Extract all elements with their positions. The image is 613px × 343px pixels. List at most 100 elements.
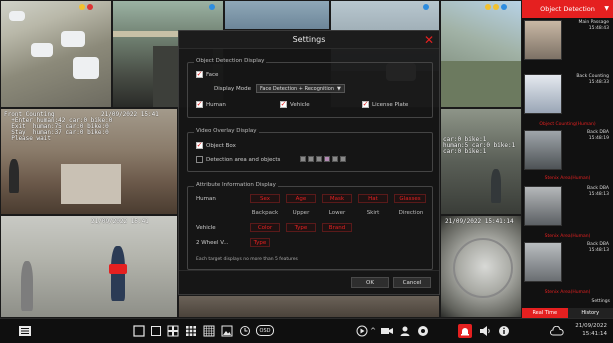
camera-tile-10[interactable]: 21/09/2022 15:41:14	[440, 215, 522, 318]
speaker-icon[interactable]	[478, 324, 492, 338]
close-icon[interactable]: ✕	[424, 33, 434, 47]
attr-chip[interactable]: Backpack	[250, 208, 280, 217]
chevron-up-icon[interactable]: ^	[369, 324, 377, 338]
attr-chip[interactable]: Hat	[358, 194, 388, 203]
attr-chip[interactable]: Direction	[394, 208, 428, 217]
detection-info: Main Passage 15:48:43	[564, 20, 611, 32]
detection-thumbnail	[524, 186, 562, 226]
network-icon[interactable]	[416, 324, 430, 338]
camera-tile-5[interactable]	[440, 0, 522, 108]
taskbar: OSD ^ 21/09/2022 15:41:14	[0, 318, 613, 343]
sixteen-view-icon[interactable]	[202, 324, 216, 338]
chevron-down-icon[interactable]: ▼	[604, 5, 609, 12]
menu-icon[interactable]	[18, 324, 32, 338]
face-checkbox[interactable]	[196, 71, 203, 78]
attr-chip[interactable]: Type	[286, 223, 316, 232]
attribute-info-group: Attribute Information Display Human Sex …	[187, 182, 433, 270]
playback-icon[interactable]	[356, 324, 368, 338]
group-title: Attribute Information Display	[194, 182, 278, 188]
display-mode-value: Face Detection + Recognition	[260, 85, 335, 92]
attr-chip[interactable]: Glasses	[394, 194, 426, 203]
camera-tile-1[interactable]	[0, 0, 112, 108]
color-swatch[interactable]	[316, 156, 322, 162]
display-mode-label: Display Mode	[214, 85, 252, 92]
detection-item[interactable]: Back DBA 15:48:13 Stenix Area(Human)	[522, 184, 613, 240]
counting-overlay: car:0 bike:1 human:5 car:0 bike:1 car:0 …	[443, 136, 516, 155]
user-icon[interactable]	[398, 324, 412, 338]
clock-time: 15:41:14	[582, 331, 607, 337]
group-title: Video Overlay Display	[194, 128, 259, 134]
tab-history[interactable]: History	[567, 308, 613, 318]
panel-settings-link[interactable]: Settings	[592, 299, 610, 304]
camera-tile-8[interactable]: 21/09/2022 15:41	[0, 215, 178, 318]
parked-van	[73, 57, 99, 79]
cloud-icon[interactable]	[550, 324, 564, 338]
detection-area-checkbox[interactable]	[196, 156, 203, 163]
detection-area-label: Detection area and objects	[206, 156, 281, 163]
picture-icon[interactable]	[220, 324, 234, 338]
object-box-option[interactable]: Object Box	[196, 142, 236, 149]
red-bag	[109, 264, 127, 274]
alarm-icon[interactable]	[458, 324, 472, 338]
attr-chip[interactable]: Color	[250, 223, 280, 232]
quad-view-icon[interactable]	[166, 324, 180, 338]
osd-button[interactable]: OSD	[256, 325, 274, 336]
attr-chip[interactable]: Type	[250, 238, 270, 247]
human-checkbox[interactable]	[196, 101, 203, 108]
license-plate-option[interactable]: License Plate	[362, 101, 408, 108]
detection-label: Stenix Area(Human)	[544, 176, 591, 181]
attr-chip[interactable]: Brand	[322, 223, 352, 232]
dialog-footer: OK Cancel	[179, 270, 439, 294]
detection-item[interactable]: Back Counting 15:48:33 Object Counting(H…	[522, 72, 613, 128]
detection-item[interactable]: Back DBA 15:48:13 Stenix Area(Human)	[522, 240, 613, 296]
camera-tile-7[interactable]: car:0 bike:1 human:5 car:0 bike:1 car:0 …	[440, 108, 522, 215]
color-swatch[interactable]	[324, 156, 330, 162]
record-icon[interactable]	[380, 324, 394, 338]
object-detection-group: Object Detection Display Face Display Mo…	[187, 58, 433, 118]
detection-time: 15:48:43	[588, 26, 609, 31]
single-view-icon[interactable]	[149, 324, 163, 338]
attr-chip[interactable]: Age	[286, 194, 316, 203]
license-plate-checkbox[interactable]	[362, 101, 369, 108]
color-swatch[interactable]	[300, 156, 306, 162]
vehicle-label: Vehicle	[290, 101, 310, 108]
tab-real-time[interactable]: Real Time	[522, 308, 568, 318]
clock: 21/09/2022 15:41:14	[575, 322, 607, 338]
detection-time: 15:48:19	[588, 136, 609, 141]
counting-overlay: +Enter human:42 car:0 bike:0 Exit human:…	[11, 117, 113, 142]
ok-button[interactable]: OK	[351, 277, 389, 288]
camera-tile-6[interactable]: Front Counting 21/09/2022 15:41 +Enter h…	[0, 108, 178, 215]
color-swatch[interactable]	[340, 156, 346, 162]
face-option[interactable]: Face	[196, 71, 218, 78]
camera-tile-9[interactable]	[178, 295, 440, 318]
attr-chip[interactable]: Lower	[322, 208, 352, 217]
detection-item[interactable]: Back DBA 15:48:19 Stenix Area(Human)	[522, 128, 613, 184]
object-box-checkbox[interactable]	[196, 142, 203, 149]
color-swatch[interactable]	[332, 156, 338, 162]
camera-timestamp: 21/09/2022 15:41:14	[445, 218, 514, 225]
motion-icon	[501, 4, 507, 10]
vehicle-checkbox[interactable]	[280, 101, 287, 108]
nine-view-icon[interactable]	[184, 324, 198, 338]
color-swatch[interactable]	[308, 156, 314, 162]
attr-chip[interactable]: Sex	[250, 194, 280, 203]
panel-header[interactable]: Object Detection ▼	[522, 0, 613, 18]
attr-chip[interactable]: Skirt	[358, 208, 388, 217]
cancel-button[interactable]: Cancel	[393, 277, 431, 288]
fisheye-ring	[453, 238, 513, 298]
attr-chip[interactable]: Upper	[286, 208, 316, 217]
detection-thumbnail	[524, 242, 562, 282]
human-label: Human	[206, 101, 226, 108]
camera-tile-3[interactable]	[224, 0, 330, 30]
detection-item[interactable]: Main Passage 15:48:43	[522, 18, 613, 72]
detection-area-option[interactable]: Detection area and objects	[196, 156, 280, 163]
attr-chip[interactable]: Mask	[322, 194, 352, 203]
info-icon[interactable]	[497, 324, 511, 338]
fullscreen-icon[interactable]	[132, 324, 146, 338]
display-mode-select[interactable]: Face Detection + Recognition ▼	[256, 84, 345, 93]
human-option[interactable]: Human	[196, 101, 226, 108]
sequence-icon[interactable]	[238, 324, 252, 338]
alarm-icon	[493, 4, 499, 10]
vehicle-option[interactable]: Vehicle	[280, 101, 310, 108]
detection-time: 15:48:13	[588, 192, 609, 197]
